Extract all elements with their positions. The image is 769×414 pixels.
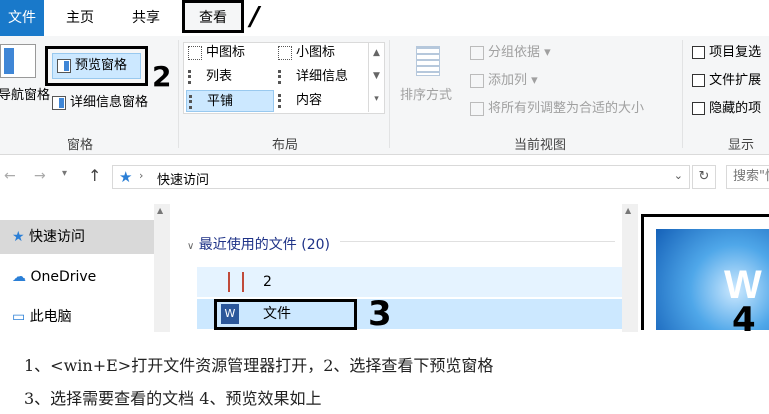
caption-line-2: 3、选择需要查看的文档 4、预览效果如上: [24, 389, 322, 408]
annotation-number-1: /: [250, 2, 260, 32]
file-name: 2: [263, 274, 272, 290]
layout-content[interactable]: 内容: [278, 90, 322, 112]
layout-label: 小图标: [296, 45, 336, 60]
nav-item-onedrive[interactable]: ☁ OneDrive: [0, 260, 154, 294]
content-icon: [278, 93, 292, 108]
ribbon-tab-bar: 文件 主页 共享 查看: [0, 0, 769, 37]
address-bar[interactable]: ★ › 快速访问 ⌄: [112, 165, 690, 189]
nav-pane-icon[interactable]: [0, 44, 36, 78]
nav-label: 快速访问: [29, 229, 86, 245]
group-by-label: 分组依据: [488, 45, 541, 60]
layout-medium-icons[interactable]: 中图标: [188, 42, 245, 64]
star-icon: ★: [12, 229, 25, 245]
preview-pane-icon: [57, 58, 71, 73]
layout-list[interactable]: 列表: [188, 66, 232, 88]
fit-columns-icon: [470, 101, 484, 116]
current-view-group-label: 当前视图: [513, 138, 566, 153]
ribbon-view: 导航窗格 预览窗格 2 详细信息窗格 窗格 中图标 小图标 列表 详细信息 平铺…: [0, 36, 769, 155]
add-column-button[interactable]: 添加列 ▾: [470, 70, 538, 92]
group-by-icon: [470, 45, 484, 60]
nav-item-this-pc[interactable]: ▭ 此电脑: [0, 300, 154, 334]
layout-tiles[interactable]: 平铺: [186, 90, 274, 112]
layout-gallery-scroll[interactable]: ▲ ▼ ▾: [368, 42, 384, 112]
star-icon: ★: [119, 168, 133, 186]
file-ext-checkbox[interactable]: [692, 74, 705, 87]
small-icons-icon: [278, 45, 292, 60]
table-row[interactable]: 2: [197, 267, 622, 297]
nav-pane-button[interactable]: 导航窗格: [0, 84, 50, 103]
layout-label: 内容: [296, 93, 323, 108]
group-divider: [178, 40, 179, 148]
section-divider: [340, 241, 615, 242]
up-arrow-icon[interactable]: ↑: [88, 166, 101, 185]
search-input[interactable]: 搜索"快: [726, 165, 769, 189]
layout-label: 列表: [206, 69, 233, 84]
nav-scrollbar[interactable]: ▲: [154, 204, 170, 332]
hidden-items-option[interactable]: 隐藏的项: [692, 98, 761, 120]
list-icon: [188, 69, 202, 84]
breadcrumb-quick-access[interactable]: 快速访问: [157, 169, 209, 188]
recent-dropdown-icon[interactable]: ▾: [62, 168, 67, 179]
tab-home[interactable]: 主页: [50, 0, 110, 36]
section-header-recent-files[interactable]: ∨ 最近使用的文件 (20): [187, 234, 330, 254]
layout-label: 详细信息: [296, 69, 349, 84]
annotation-number-3: 3: [368, 294, 392, 334]
layout-group-label: 布局: [271, 138, 298, 153]
details-pane-icon: [52, 95, 66, 110]
details-pane-label: 详细信息窗格: [70, 95, 149, 110]
back-arrow-icon[interactable]: ←: [4, 168, 16, 184]
item-checkbox-option[interactable]: 项目复选: [692, 42, 761, 64]
breadcrumb-chevron-icon[interactable]: ›: [139, 169, 143, 182]
annotation-number-2: 2: [152, 60, 172, 93]
tab-share[interactable]: 共享: [116, 0, 176, 36]
nav-label: 此电脑: [29, 309, 72, 325]
file-list-scrollbar[interactable]: ▲: [622, 204, 638, 332]
sort-by-button[interactable]: 排序方式: [400, 84, 452, 103]
file-ext-option[interactable]: 文件扩展: [692, 70, 761, 92]
tab-file[interactable]: 文件: [0, 0, 44, 36]
refresh-icon[interactable]: ↻: [692, 165, 716, 189]
computer-icon: ▭: [12, 309, 26, 325]
medium-icons-icon: [188, 45, 202, 60]
preview-pane-button[interactable]: 预览窗格: [52, 53, 141, 79]
layout-label: 平铺: [207, 94, 234, 109]
pane-group-label: 窗格: [66, 138, 93, 153]
show-group-label: 显示: [728, 138, 755, 153]
hidden-items-checkbox[interactable]: [692, 102, 705, 115]
hidden-items-label: 隐藏的项: [709, 101, 762, 116]
details-icon: [278, 69, 292, 84]
address-dropdown-icon[interactable]: ⌄: [674, 169, 683, 182]
add-column-label: 添加列: [488, 73, 528, 88]
fit-columns-button[interactable]: 将所有列调整为合适的大小: [470, 98, 644, 120]
fit-columns-label: 将所有列调整为合适的大小: [488, 101, 645, 116]
tab-view[interactable]: 查看: [182, 0, 244, 33]
chevron-down-icon: ∨: [187, 241, 195, 252]
details-pane-button[interactable]: 详细信息窗格: [52, 92, 148, 114]
file-icon: [225, 272, 244, 292]
nav-item-quick-access[interactable]: ★ 快速访问: [0, 220, 154, 254]
sort-by-icon[interactable]: [412, 42, 442, 78]
forward-arrow-icon[interactable]: →: [34, 168, 46, 184]
layout-label: 中图标: [206, 45, 246, 60]
caption-line-1: 1、<win+E>打开文件资源管理器打开，2、选择查看下预览窗格: [24, 356, 494, 375]
cloud-icon: ☁: [12, 269, 26, 285]
file-ext-label: 文件扩展: [709, 73, 762, 88]
file-name: 文件: [263, 306, 291, 322]
group-by-button[interactable]: 分组依据 ▾: [470, 42, 551, 64]
tiles-icon: [189, 94, 203, 109]
preview-pane-label: 预览窗格: [75, 58, 128, 73]
preview-pane-highlight: 预览窗格: [45, 46, 148, 86]
nav-label: OneDrive: [30, 269, 97, 285]
layout-small-icons[interactable]: 小图标: [278, 42, 335, 64]
section-header-label: 最近使用的文件 (20): [198, 237, 330, 253]
layout-details[interactable]: 详细信息: [278, 66, 348, 88]
item-checkbox-label: 项目复选: [709, 45, 762, 60]
item-checkbox[interactable]: [692, 46, 705, 59]
add-column-icon: [470, 73, 484, 88]
group-divider: [389, 40, 390, 148]
group-divider: [682, 40, 683, 148]
